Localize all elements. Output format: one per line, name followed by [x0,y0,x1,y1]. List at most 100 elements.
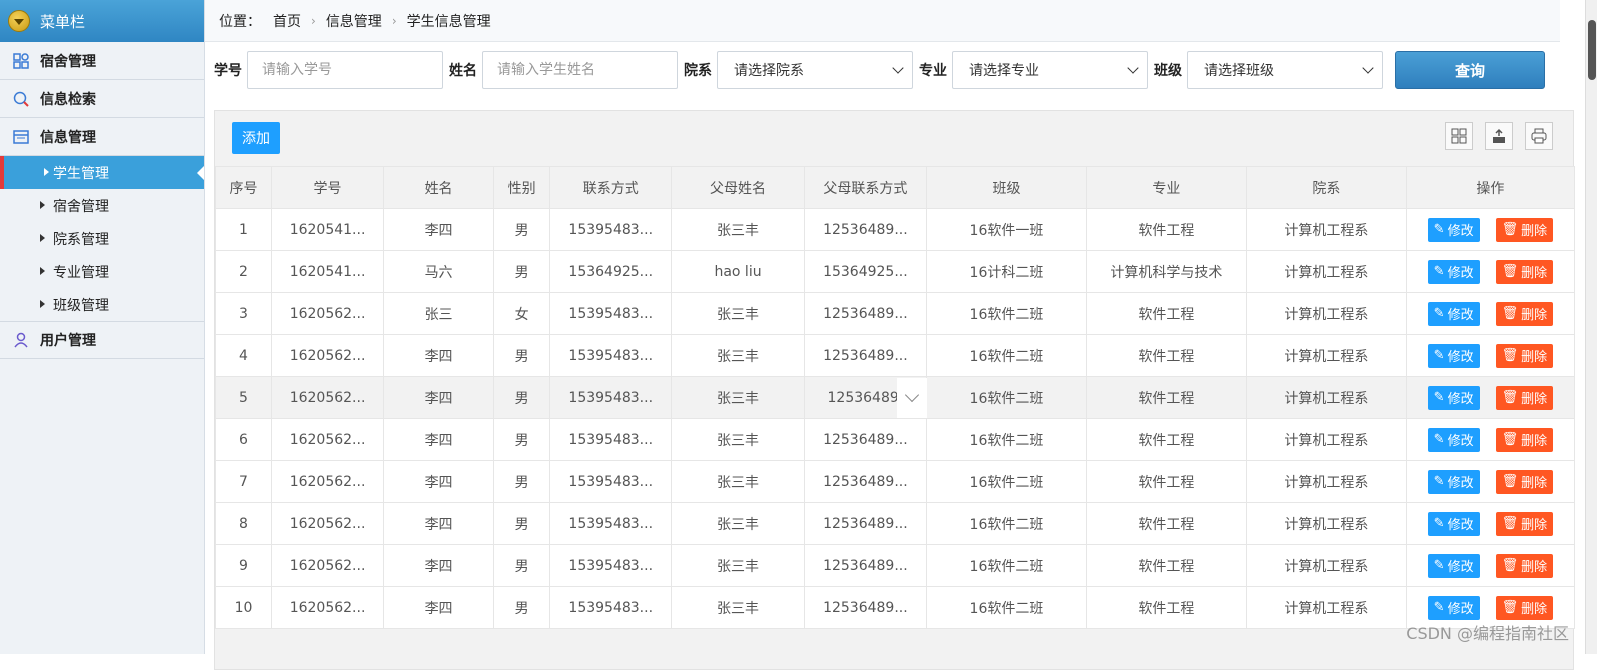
edit-label: 修改 [1448,262,1474,281]
table-cell: 男 [494,545,550,587]
delete-button[interactable]: 🗑删除 [1496,344,1554,368]
table-cell: 软件工程 [1086,461,1246,503]
pencil-icon: ✎ [1434,558,1445,573]
table-row[interactable]: 51620562...李四男15395483...张三丰12536489.16软… [216,377,1575,419]
student-id-input[interactable] [247,51,443,89]
sidebar-item-student[interactable]: 学生管理 [0,156,204,189]
edit-button[interactable]: ✎修改 [1428,386,1480,410]
dept-select[interactable]: 请选择院系 [717,51,913,89]
class-select-value: 请选择班级 [1204,60,1274,80]
table-row[interactable]: 11620541...李四男15395483...张三丰12536489...1… [216,209,1575,251]
delete-button[interactable]: 🗑删除 [1496,470,1554,494]
edit-button[interactable]: ✎修改 [1428,596,1480,620]
class-label: 班级 [1154,60,1182,80]
delete-button[interactable]: 🗑删除 [1496,302,1554,326]
delete-button[interactable]: 🗑删除 [1496,512,1554,536]
col-header: 父母联系方式 [804,167,926,209]
sidebar-group-dorm[interactable]: 宿舍管理 [0,42,204,80]
table-cell: 1620562... [272,461,384,503]
col-header: 序号 [216,167,272,209]
table-cell: hao liu [672,251,804,293]
table-cell: 10 [216,587,272,629]
col-header: 联系方式 [550,167,672,209]
sidebar-group-user[interactable]: 用户管理 [0,321,204,359]
edit-button[interactable]: ✎修改 [1428,344,1480,368]
edit-button[interactable]: ✎修改 [1428,554,1480,578]
delete-button[interactable]: 🗑删除 [1496,554,1554,578]
edit-label: 修改 [1448,388,1474,407]
actions-cell: ✎修改 🗑删除 [1406,293,1574,335]
table-cell: 男 [494,251,550,293]
table-cell: 张三丰 [672,545,804,587]
scrollbar-thumb[interactable] [1588,20,1596,80]
sidebar-item-dept[interactable]: 院系管理 [0,222,204,255]
breadcrumb-item-info[interactable]: 信息管理 [326,11,382,31]
chevron-right-icon: › [392,14,397,28]
table-row[interactable]: 71620562...李四男15395483...张三丰12536489...1… [216,461,1575,503]
edit-label: 修改 [1448,556,1474,575]
dept-select-value: 请选择院系 [734,60,804,80]
actions-cell: ✎修改 🗑删除 [1406,461,1574,503]
export-icon[interactable] [1485,122,1513,150]
trash-icon: 🗑 [1502,348,1519,363]
col-header: 学号 [272,167,384,209]
table-row[interactable]: 81620562...李四男15395483...张三丰12536489...1… [216,503,1575,545]
sidebar-item-class[interactable]: 班级管理 [0,288,204,321]
table-row[interactable]: 41620562...李四男15395483...张三丰12536489...1… [216,335,1575,377]
table-cell: 15364925... [804,251,926,293]
sidebar-item-major[interactable]: 专业管理 [0,255,204,288]
class-select[interactable]: 请选择班级 [1187,51,1383,89]
sidebar-group-search[interactable]: 信息检索 [0,80,204,118]
table-cell: 1620562... [272,545,384,587]
sidebar-group-label: 宿舍管理 [40,51,96,71]
major-select[interactable]: 请选择专业 [952,51,1148,89]
add-button[interactable]: 添加 [232,122,280,154]
chevron-down-icon[interactable] [897,378,927,418]
edit-button[interactable]: ✎修改 [1428,260,1480,284]
table-cell: 计算机科学与技术 [1086,251,1246,293]
sidebar-group-label: 用户管理 [40,330,96,350]
trash-icon: 🗑 [1502,264,1519,279]
columns-icon[interactable] [1445,122,1473,150]
table-cell: 8 [216,503,272,545]
table-cell: 男 [494,209,550,251]
table-row[interactable]: 21620541...马六男15364925...hao liu15364925… [216,251,1575,293]
pencil-icon: ✎ [1434,390,1445,405]
table-cell: 张三丰 [672,335,804,377]
edit-button[interactable]: ✎修改 [1428,428,1480,452]
edit-label: 修改 [1448,472,1474,491]
delete-label: 删除 [1521,262,1547,281]
edit-button[interactable]: ✎修改 [1428,218,1480,242]
delete-button[interactable]: 🗑删除 [1496,218,1554,242]
table-cell: 软件工程 [1086,293,1246,335]
edit-button[interactable]: ✎修改 [1428,512,1480,536]
edit-button[interactable]: ✎修改 [1428,470,1480,494]
delete-button[interactable]: 🗑删除 [1496,596,1554,620]
table-toolbar: 添加 [215,111,1573,166]
table-row[interactable]: 31620562...张三女15395483...张三丰12536489...1… [216,293,1575,335]
col-header: 班级 [926,167,1086,209]
print-icon[interactable] [1525,122,1553,150]
table-cell: 4 [216,335,272,377]
sidebar-header[interactable]: 菜单栏 [0,0,204,42]
query-button[interactable]: 查询 [1395,51,1545,89]
table-cell: 软件工程 [1086,209,1246,251]
edit-label: 修改 [1448,514,1474,533]
table-row[interactable]: 101620562...李四男15395483...张三丰12536489...… [216,587,1575,629]
collapse-toggle-icon[interactable] [8,10,30,32]
edit-button[interactable]: ✎修改 [1428,302,1480,326]
delete-button[interactable]: 🗑删除 [1496,386,1554,410]
sidebar-title: 菜单栏 [40,11,85,32]
table-cell: 12536489... [804,545,926,587]
table-row[interactable]: 61620562...李四男15395483...张三丰12536489...1… [216,419,1575,461]
table-cell: 15395483... [550,209,672,251]
delete-button[interactable]: 🗑删除 [1496,428,1554,452]
breadcrumb-item-home[interactable]: 首页 [273,11,301,31]
sidebar-group-info[interactable]: 信息管理 [0,118,204,156]
page-scrollbar[interactable] [1585,0,1597,654]
student-name-input[interactable] [482,51,678,89]
delete-button[interactable]: 🗑删除 [1496,260,1554,284]
sidebar-item-dorm[interactable]: 宿舍管理 [0,189,204,222]
table-row[interactable]: 91620562...李四男15395483...张三丰12536489...1… [216,545,1575,587]
table-cell: 软件工程 [1086,503,1246,545]
